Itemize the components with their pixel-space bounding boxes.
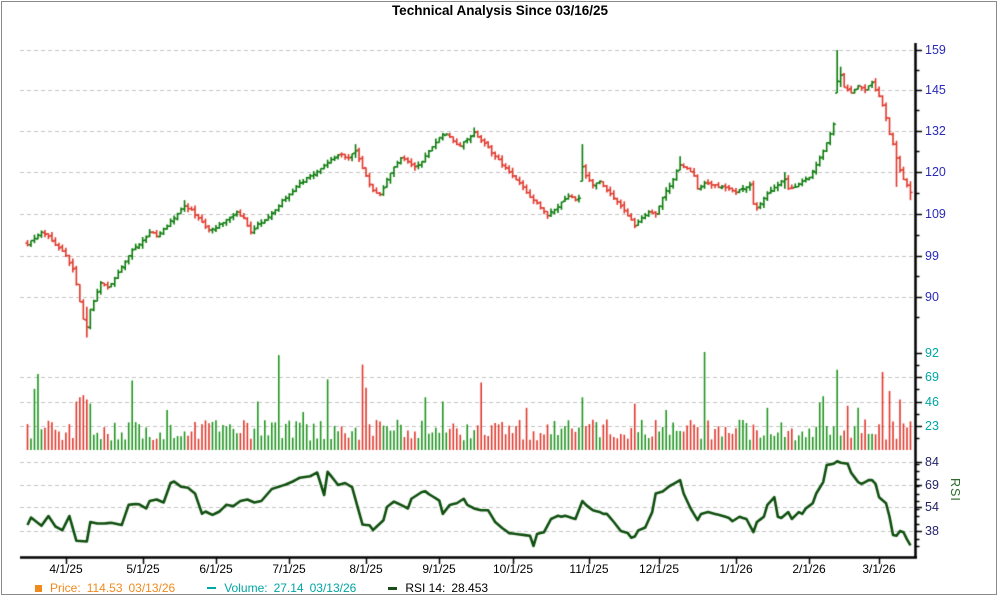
price-axis-tick-label: 90 [925, 291, 939, 303]
chart-legend: Price: 114.53 03/13/26 Volume: 27.14 03/13/2… [35, 580, 494, 596]
price-legend-label: Price: [50, 581, 81, 595]
x-axis-month-label: 9/1/25 [422, 562, 455, 576]
price-legend-text: Price: 114.53 03/13/26 [50, 581, 181, 595]
volume-legend-date: 03/13/26 [310, 581, 357, 595]
rsi-legend-text: RSI 14: 28.453 [405, 581, 494, 595]
rsi-legend-value: 28.453 [451, 581, 488, 595]
rsi-axis-title: RSI [948, 478, 962, 502]
volume-legend-value: 27.14 [274, 581, 304, 595]
price-legend-square-icon [35, 585, 42, 592]
chart-title: Technical Analysis Since 03/16/25 [0, 3, 1000, 18]
x-axis-month-label: 6/1/25 [199, 562, 232, 576]
x-axis-month-label: 12/1/25 [639, 562, 679, 576]
rsi-axis-tick-label: 84 [925, 456, 939, 468]
rsi-legend-label: RSI 14: [405, 581, 445, 595]
x-axis-month-label: 2/1/26 [792, 562, 825, 576]
rsi-axis-tick-label: 38 [925, 525, 939, 537]
price-axis-tick-label: 99 [925, 250, 939, 262]
chart-frame-border [1, 1, 997, 595]
volume-legend-dash-icon [207, 587, 216, 589]
x-axis-month-label: 1/1/26 [719, 562, 752, 576]
volume-axis-tick-label: 46 [925, 396, 939, 408]
volume-axis-tick-label: 69 [925, 371, 939, 383]
technical-analysis-chart: Technical Analysis Since 03/16/25 159 145… [0, 0, 1000, 600]
price-axis-tick-label: 145 [925, 84, 946, 96]
x-axis-month-label: 4/1/25 [49, 562, 82, 576]
price-axis-tick-label: 159 [925, 44, 946, 56]
price-axis-tick-label: 120 [925, 166, 946, 178]
volume-axis-tick-label: 23 [925, 420, 939, 432]
price-axis-tick-label: 132 [925, 125, 946, 137]
price-legend-value: 114.53 [87, 581, 123, 595]
volume-axis-tick-label: 92 [925, 347, 939, 359]
price-legend-date: 03/13/26 [129, 581, 176, 595]
x-axis-month-label: 3/1/26 [862, 562, 895, 576]
rsi-legend-dash-icon [388, 587, 397, 590]
price-axis-tick-label: 109 [925, 208, 946, 220]
volume-legend-label: Volume: [224, 581, 267, 595]
x-axis-month-label: 10/1/25 [493, 562, 533, 576]
volume-legend-text: Volume: 27.14 03/13/26 [224, 581, 362, 595]
x-axis-month-label: 5/1/25 [126, 562, 159, 576]
rsi-axis-tick-label: 54 [925, 501, 939, 513]
x-axis-month-label: 8/1/25 [349, 562, 382, 576]
x-axis-month-label: 7/1/25 [272, 562, 305, 576]
rsi-axis-tick-label: 69 [925, 479, 939, 491]
x-axis-month-label: 11/1/25 [569, 562, 608, 576]
